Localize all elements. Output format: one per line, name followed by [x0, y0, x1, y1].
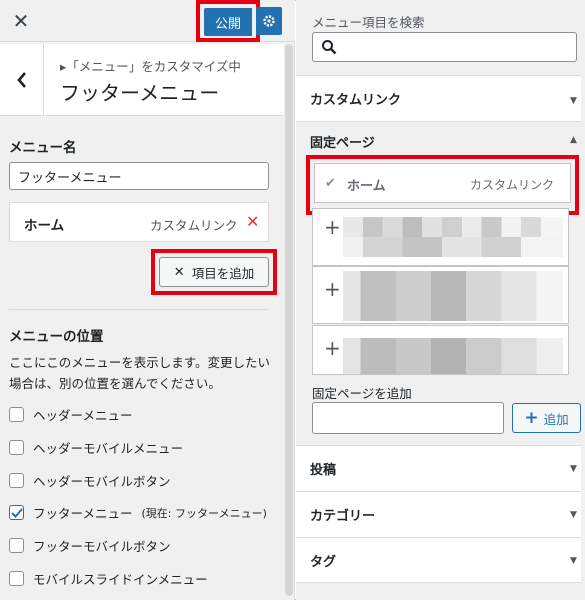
- close-icon: ✕: [173, 264, 185, 280]
- menu-location-heading: メニューの位置: [9, 329, 104, 345]
- available-item-home[interactable]: ✔ ホーム カスタムリンク: [314, 163, 571, 203]
- add-item-label: 項目を追加: [191, 265, 255, 281]
- available-items-panel: メニュー項目を検索 カスタムリンク ▼ 固定ページ ▲ ✔ ホーム カスタムリン…: [296, 0, 585, 600]
- gear-icon[interactable]: [256, 7, 282, 35]
- blurred-title: [343, 338, 563, 374]
- menu-item[interactable]: ホーム カスタムリンク ✕: [9, 202, 269, 242]
- section-title: カテゴリー: [310, 509, 376, 524]
- menu-location-description: ここにこのメニューを表示します。変更したい場合は、別の位置を選んでください。: [9, 355, 271, 391]
- accordion-posts[interactable]: 投稿 ▼: [296, 445, 581, 491]
- chevron-left-icon[interactable]: [0, 44, 44, 116]
- scrollbar[interactable]: [285, 44, 293, 596]
- available-page-item[interactable]: +: [312, 325, 569, 375]
- close-icon[interactable]: ✕: [0, 0, 42, 42]
- menu-name-label: メニュー名: [9, 140, 77, 156]
- check-icon: ✔: [325, 176, 336, 191]
- checkbox[interactable]: [9, 571, 24, 586]
- add-item-button[interactable]: ✕ 項目を追加: [159, 257, 269, 287]
- publish-highlight: 公開: [196, 0, 260, 42]
- location-option[interactable]: フッターメニュー (現在: フッターメニュー): [9, 503, 267, 522]
- blurred-title: [343, 271, 563, 321]
- chevron-down-icon: ▼: [570, 96, 577, 106]
- publish-button[interactable]: 公開: [204, 8, 252, 36]
- checkbox[interactable]: [9, 538, 24, 553]
- customizer-sidebar: ✕ 公開 ▸「メニュー」をカスタマイズ中 フッターメニュー メニュー名 フッター…: [0, 0, 295, 600]
- checkbox[interactable]: [9, 473, 24, 488]
- plus-icon: +: [524, 408, 539, 428]
- menu-name-input[interactable]: フッターメニュー: [9, 162, 269, 190]
- chevron-down-icon: ▼: [570, 464, 577, 474]
- add-page-label: 固定ページを追加: [312, 386, 412, 401]
- plus-icon: +: [324, 215, 341, 239]
- section-header: ▸「メニュー」をカスタマイズ中 フッターメニュー: [0, 44, 284, 116]
- item-title: ホーム: [347, 179, 386, 194]
- section-title: タグ: [310, 555, 337, 570]
- breadcrumb: ▸「メニュー」をカスタマイズ中: [60, 59, 241, 74]
- location-label: フッターモバイルボタン: [33, 539, 171, 554]
- delete-icon[interactable]: ✕: [246, 212, 259, 231]
- chevron-down-icon: ▼: [570, 556, 577, 566]
- location-label: ヘッダーモバイルメニュー: [33, 441, 184, 456]
- section-title: 固定ページ: [310, 136, 375, 151]
- add-page-button[interactable]: + 追加: [512, 403, 581, 433]
- accordion-categories[interactable]: カテゴリー ▼: [296, 491, 581, 537]
- accordion-custom-links[interactable]: カスタムリンク ▼: [296, 75, 581, 121]
- section-title: 投稿: [310, 463, 337, 478]
- checkbox[interactable]: [9, 440, 24, 455]
- page-title: フッターメニュー: [60, 81, 220, 105]
- search-label: メニュー項目を検索: [312, 15, 425, 30]
- add-page-button-label: 追加: [543, 411, 569, 427]
- menu-item-title: ホーム: [24, 218, 65, 234]
- top-bar: ✕ 公開: [0, 0, 295, 42]
- search-icon: [322, 40, 337, 55]
- check-icon: [10, 507, 23, 518]
- section-title: カスタムリンク: [310, 93, 402, 108]
- plus-icon: +: [324, 336, 341, 360]
- accordion-tags[interactable]: タグ ▼: [296, 537, 581, 583]
- menu-item-type: カスタムリンク: [150, 218, 238, 233]
- location-note: (現在: フッターメニュー): [141, 506, 267, 520]
- add-page-input[interactable]: [312, 402, 504, 434]
- location-option[interactable]: ヘッダーメニュー: [9, 405, 133, 424]
- plus-icon: +: [324, 277, 341, 301]
- checkbox-checked[interactable]: [9, 505, 24, 520]
- divider: [9, 309, 269, 310]
- chevron-up-icon: ▲: [570, 135, 577, 145]
- location-option[interactable]: モバイルスライドインメニュー: [9, 569, 208, 588]
- location-option[interactable]: フッターモバイルボタン: [9, 536, 171, 555]
- home-item-highlight: ✔ ホーム カスタムリンク: [306, 155, 579, 215]
- location-label: モバイルスライドインメニュー: [33, 572, 208, 587]
- checkbox[interactable]: [9, 407, 24, 422]
- available-page-item[interactable]: +: [312, 208, 569, 266]
- search-input[interactable]: [312, 32, 577, 62]
- location-label: ヘッダーメニュー: [33, 408, 133, 423]
- location-label: ヘッダーモバイルボタン: [33, 474, 171, 489]
- location-label: フッターメニュー: [33, 506, 133, 521]
- item-type: カスタムリンク: [470, 178, 555, 192]
- add-item-highlight: ✕ 項目を追加: [151, 249, 277, 295]
- location-option[interactable]: ヘッダーモバイルボタン: [9, 471, 171, 490]
- location-option[interactable]: ヘッダーモバイルメニュー: [9, 438, 183, 457]
- blurred-title-row: [343, 237, 563, 257]
- available-page-item[interactable]: +: [312, 266, 569, 324]
- chevron-down-icon: ▼: [570, 510, 577, 520]
